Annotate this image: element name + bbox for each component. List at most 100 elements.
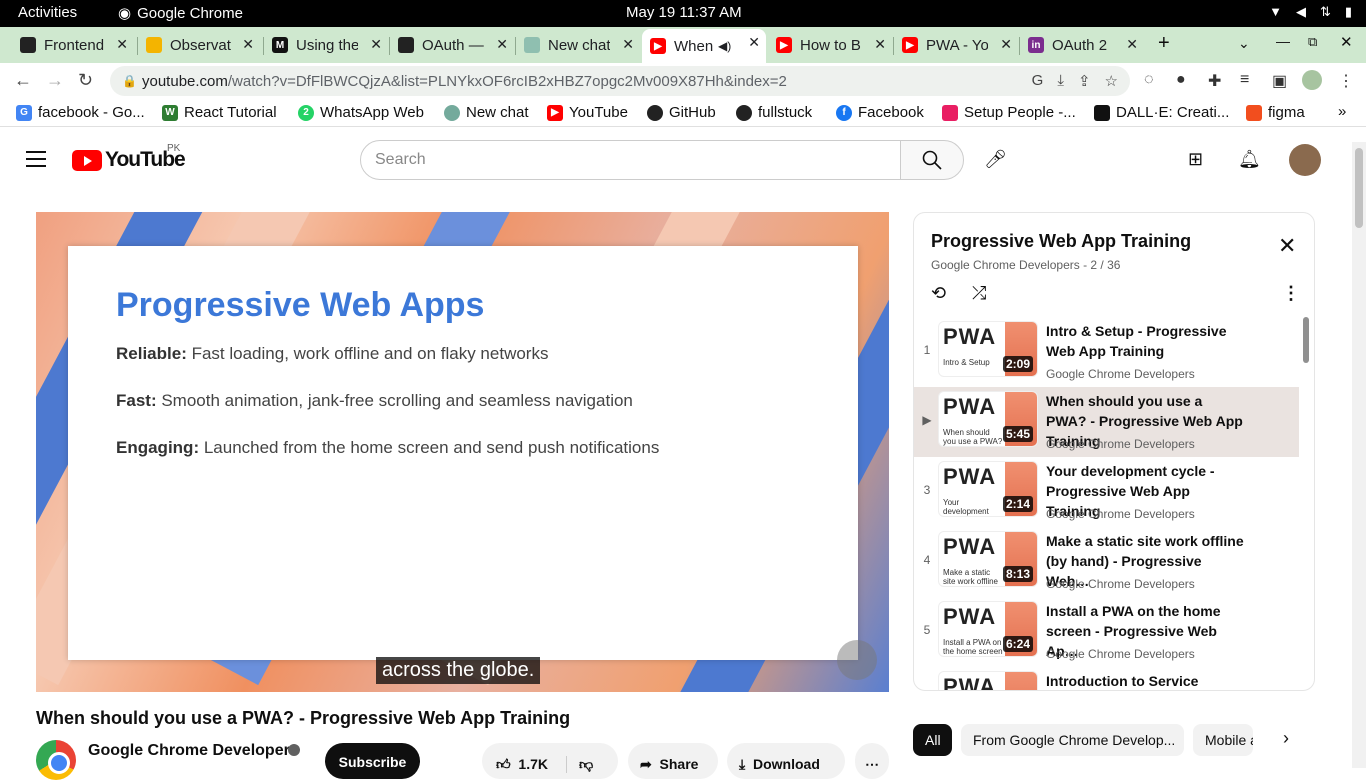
search-input[interactable]: Search xyxy=(360,140,901,180)
bookmark-item[interactable]: fullstuck xyxy=(736,104,812,121)
google-icon[interactable]: G xyxy=(1032,72,1044,90)
reading-list-icon[interactable]: ≡ xyxy=(1240,71,1249,89)
install-icon[interactable]: ⤓ xyxy=(1057,72,1064,90)
bookmark-item[interactable]: Gfacebook - Go... xyxy=(16,104,145,121)
close-tab-icon[interactable]: ✕ xyxy=(748,34,760,51)
playlist-item[interactable]: 3 PWAYour development cycle2:14 Your dev… xyxy=(914,457,1299,527)
loop-icon[interactable]: ⟲ xyxy=(931,283,946,304)
browser-tab[interactable]: New chat ✕ xyxy=(516,31,640,59)
close-tab-icon[interactable]: ✕ xyxy=(1000,36,1012,53)
chevron-right-icon[interactable]: › xyxy=(1283,728,1289,749)
close-window-icon[interactable]: ✕ xyxy=(1340,33,1353,51)
extensions-puzzle-icon[interactable]: ✚ xyxy=(1208,71,1221,91)
browser-tab[interactable]: ▶ How to B ✕ xyxy=(768,31,892,59)
share-icon[interactable]: ⇪ xyxy=(1078,72,1091,90)
page-scrollbar[interactable] xyxy=(1352,142,1366,768)
extension-loading-icon[interactable]: ◌ xyxy=(1144,71,1154,89)
profile-avatar[interactable] xyxy=(1302,70,1322,90)
playlist-scrollbar[interactable] xyxy=(1303,317,1309,363)
more-actions-button[interactable]: ⋯ xyxy=(855,743,889,779)
browser-tab[interactable]: in OAuth 2 ✕ xyxy=(1020,31,1144,59)
subscribe-button[interactable]: Subscribe xyxy=(325,743,420,779)
like-button[interactable]: 👍︎ 1.7K xyxy=(496,756,548,773)
tab-title: When xyxy=(674,37,714,55)
bookmark-item[interactable]: DALL·E: Creati... xyxy=(1094,104,1229,121)
channel-avatar[interactable] xyxy=(36,740,76,780)
playlist-title[interactable]: Progressive Web App Training xyxy=(931,231,1191,252)
close-tab-icon[interactable]: ✕ xyxy=(874,36,886,53)
extension-icon[interactable]: ● xyxy=(1176,71,1186,89)
create-video-icon[interactable]: ⊞ xyxy=(1188,149,1203,170)
playlist-menu-icon[interactable]: ⋮ xyxy=(1282,283,1300,304)
search-button[interactable] xyxy=(900,140,964,180)
close-playlist-icon[interactable]: ✕ xyxy=(1278,233,1296,259)
download-button[interactable]: ⤓ Download xyxy=(727,743,845,779)
close-tab-icon[interactable]: ✕ xyxy=(1126,36,1138,53)
bookmark-star-icon[interactable]: ☆ xyxy=(1105,72,1118,90)
playlist-item[interactable]: 1 PWA Intro & Setup 2:09 Intro & Setup - P… xyxy=(914,317,1299,387)
channel-name[interactable]: Google Chrome Developers xyxy=(88,742,299,760)
video-thumbnail[interactable]: PWAYour development cycle2:14 xyxy=(938,461,1038,517)
video-thumbnail[interactable]: PWA xyxy=(938,671,1038,690)
system-tray[interactable]: ▼ ◀ ⇅ ▮ xyxy=(1269,4,1352,20)
chip-all[interactable]: All xyxy=(913,724,952,756)
playlist-item-current[interactable]: ▶ PWA When should you use a PWA? 5:45 When… xyxy=(914,387,1299,457)
activities-button[interactable]: Activities xyxy=(18,4,77,21)
bookmark-item[interactable]: f Facebook xyxy=(836,104,924,121)
reload-icon[interactable]: ↻ xyxy=(78,70,93,91)
bookmark-item[interactable]: W React Tutorial xyxy=(162,104,277,121)
youtube-logo[interactable]: YouTube PK xyxy=(72,143,186,172)
close-tab-icon[interactable]: ✕ xyxy=(242,36,254,53)
microphone-icon[interactable]: 🎤︎ xyxy=(984,149,1007,170)
video-thumbnail[interactable]: PWA When should you use a PWA? 5:45 xyxy=(938,391,1038,447)
user-avatar[interactable] xyxy=(1289,144,1321,176)
notifications-bell-icon[interactable]: 🔔︎ xyxy=(1238,149,1261,170)
audio-playing-icon[interactable]: ◀) xyxy=(718,39,731,53)
minimize-icon[interactable]: — xyxy=(1276,33,1290,49)
browser-tab[interactable]: M Using the ✕ xyxy=(264,31,388,59)
browser-tab[interactable]: Observat ✕ xyxy=(138,31,260,59)
bookmark-item[interactable]: Setup People -... xyxy=(942,104,1076,121)
address-bar[interactable]: 🔒 youtube.com/watch?v=DfFlBWCQjzA&list=P… xyxy=(110,66,1130,96)
dislike-button[interactable]: 👎︎ xyxy=(566,755,593,773)
chip-mobile[interactable]: Mobile ap xyxy=(1193,724,1253,756)
side-panel-icon[interactable]: ▣ xyxy=(1272,71,1287,91)
close-tab-icon[interactable]: ✕ xyxy=(370,36,382,53)
playlist-item[interactable]: 5 PWA Install a PWA on the home screen 6:2… xyxy=(914,597,1299,667)
browser-tab[interactable]: OAuth — ✕ xyxy=(390,31,514,59)
browser-tab[interactable]: Frontend ✕ xyxy=(12,31,134,59)
video-thumbnail[interactable]: PWA Intro & Setup 2:09 xyxy=(938,321,1038,377)
item-title[interactable]: Introduction to Service Worker xyxy=(1046,671,1246,690)
clock[interactable]: May 19 11:37 AM xyxy=(626,4,742,21)
bookmark-item[interactable]: 2 WhatsApp Web xyxy=(298,104,424,121)
chip-from-channel[interactable]: From Google Chrome Develop... xyxy=(961,724,1184,756)
back-icon[interactable]: ← xyxy=(14,70,32,91)
tab-search-icon[interactable]: ⌄ xyxy=(1238,35,1250,52)
close-tab-icon[interactable]: ✕ xyxy=(622,36,634,53)
lock-icon[interactable]: 🔒 xyxy=(122,74,137,88)
playlist-item[interactable]: PWA Introduction to Service Worker xyxy=(914,667,1299,690)
bookmark-item[interactable]: figma xyxy=(1246,104,1305,121)
playlist-item[interactable]: 4 PWAMake a static site work offline (by… xyxy=(914,527,1299,597)
bookmark-item[interactable]: GitHub xyxy=(647,104,716,121)
more-bookmarks-icon[interactable]: » xyxy=(1338,103,1346,120)
video-player[interactable]: Progressive Web Apps Reliable: Fast load… xyxy=(36,212,889,692)
bookmark-item[interactable]: ▶ YouTube xyxy=(547,104,628,121)
browser-tab-active[interactable]: ▶ When ◀) ✕ xyxy=(642,29,766,63)
forward-icon[interactable]: → xyxy=(46,70,64,91)
shuffle-icon[interactable]: ⤮ xyxy=(972,283,986,304)
close-tab-icon[interactable]: ✕ xyxy=(116,36,128,53)
bookmark-item[interactable]: New chat xyxy=(444,104,529,121)
app-menu[interactable]: ◉ Google Chrome xyxy=(118,4,243,23)
close-tab-icon[interactable]: ✕ xyxy=(496,36,508,53)
item-title[interactable]: Intro & Setup - Progressive Web App Trai… xyxy=(1046,321,1246,361)
video-thumbnail[interactable]: PWA Install a PWA on the home screen 6:24 xyxy=(938,601,1038,657)
share-button[interactable]: ➦ Share xyxy=(628,743,718,779)
browser-tab[interactable]: ▶ PWA - Yo ✕ xyxy=(894,31,1018,59)
new-tab-icon[interactable]: + xyxy=(1158,32,1170,55)
more-icon: ⋯ xyxy=(865,755,879,772)
video-thumbnail[interactable]: PWAMake a static site work offline (by h… xyxy=(938,531,1038,587)
restore-icon[interactable]: ⧉ xyxy=(1308,34,1317,50)
hamburger-menu-icon[interactable] xyxy=(26,151,46,172)
chrome-menu-icon[interactable]: ⋮ xyxy=(1338,71,1354,91)
